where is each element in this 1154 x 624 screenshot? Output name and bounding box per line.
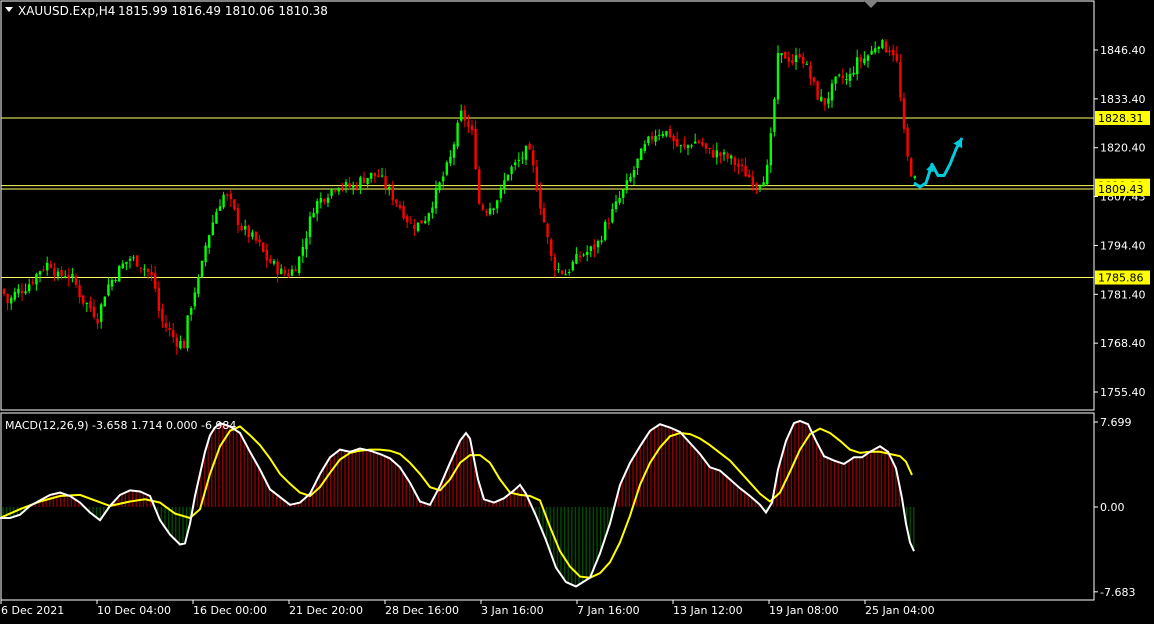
bearish-candle — [420, 220, 423, 224]
price-tick-label: 1833.40 — [1100, 93, 1146, 106]
bullish-candle — [456, 120, 459, 150]
bearish-candle — [233, 198, 236, 211]
bullish-candle — [773, 97, 776, 137]
time-tick-label: 25 Jan 04:00 — [865, 604, 935, 617]
bearish-candle — [262, 242, 265, 253]
time-tick-label: 16 Dec 00:00 — [193, 604, 267, 617]
chart-background — [0, 0, 1154, 620]
price-tick-label: 1794.40 — [1100, 239, 1146, 252]
bullish-candle — [416, 222, 420, 233]
bearish-candle — [816, 80, 819, 101]
bullish-candle — [640, 147, 643, 161]
bearish-candle — [136, 254, 139, 268]
bullish-candle — [298, 255, 301, 276]
time-tick-label: 13 Jan 12:00 — [673, 604, 743, 617]
time-tick-label: 28 Dec 16:00 — [385, 604, 459, 617]
bullish-candle — [776, 45, 780, 105]
time-tick-label: 10 Dec 04:00 — [97, 604, 171, 617]
bullish-candle — [197, 274, 200, 298]
price-tick-label: 1768.40 — [1100, 337, 1146, 350]
macd-tick-label: 7.699 — [1100, 416, 1132, 429]
macd-tick-label: 0.00 — [1100, 501, 1125, 514]
time-tick-label: 6 Dec 2021 — [1, 604, 64, 617]
price-tick-label: 1846.40 — [1100, 44, 1146, 57]
bearish-candle — [910, 156, 913, 177]
price-tick-label: 1820.40 — [1100, 142, 1146, 155]
bearish-candle — [906, 123, 909, 161]
bullish-candle — [445, 160, 448, 177]
bullish-candle — [604, 219, 607, 242]
bullish-candle — [881, 39, 884, 50]
time-tick-label: 19 Jan 08:00 — [769, 604, 839, 617]
symbol-label: XAUUSD.Exp,H4 — [18, 4, 115, 18]
bullish-candle — [200, 260, 204, 279]
hline-label: 1809.43 — [1098, 183, 1144, 196]
price-chart-canvas[interactable]: 1846.401833.401820.401807.431794.401781.… — [0, 0, 1154, 620]
bullish-candle — [103, 296, 106, 307]
bullish-candle — [506, 174, 510, 182]
bullish-candle — [118, 264, 121, 282]
ohlc-values: 1815.99 1816.49 1810.06 1810.38 — [118, 4, 328, 18]
price-tick-label: 1755.40 — [1100, 386, 1146, 399]
time-tick-label: 21 Dec 20:00 — [289, 604, 363, 617]
hline-label: 1828.31 — [1098, 112, 1144, 125]
bullish-candle — [186, 315, 189, 352]
time-tick-label: 3 Jan 16:00 — [481, 604, 544, 617]
price-tick-label: 1781.40 — [1100, 288, 1146, 301]
bearish-candle — [902, 92, 906, 134]
hline-label: 1785.86 — [1098, 272, 1144, 285]
chart-window: 1846.40 1833.40 1820.40 1807.43 1794.40 1781.… — [0, 0, 1154, 620]
bearish-candle — [784, 51, 787, 59]
macd-header: MACD(12,26,9) -3.658 1.714 0.000 -6.984 — [5, 419, 236, 432]
time-tick-label: 7 Jan 16:00 — [577, 604, 640, 617]
macd-tick-label: -7.683 — [1100, 586, 1135, 599]
bearish-candle — [478, 166, 481, 205]
